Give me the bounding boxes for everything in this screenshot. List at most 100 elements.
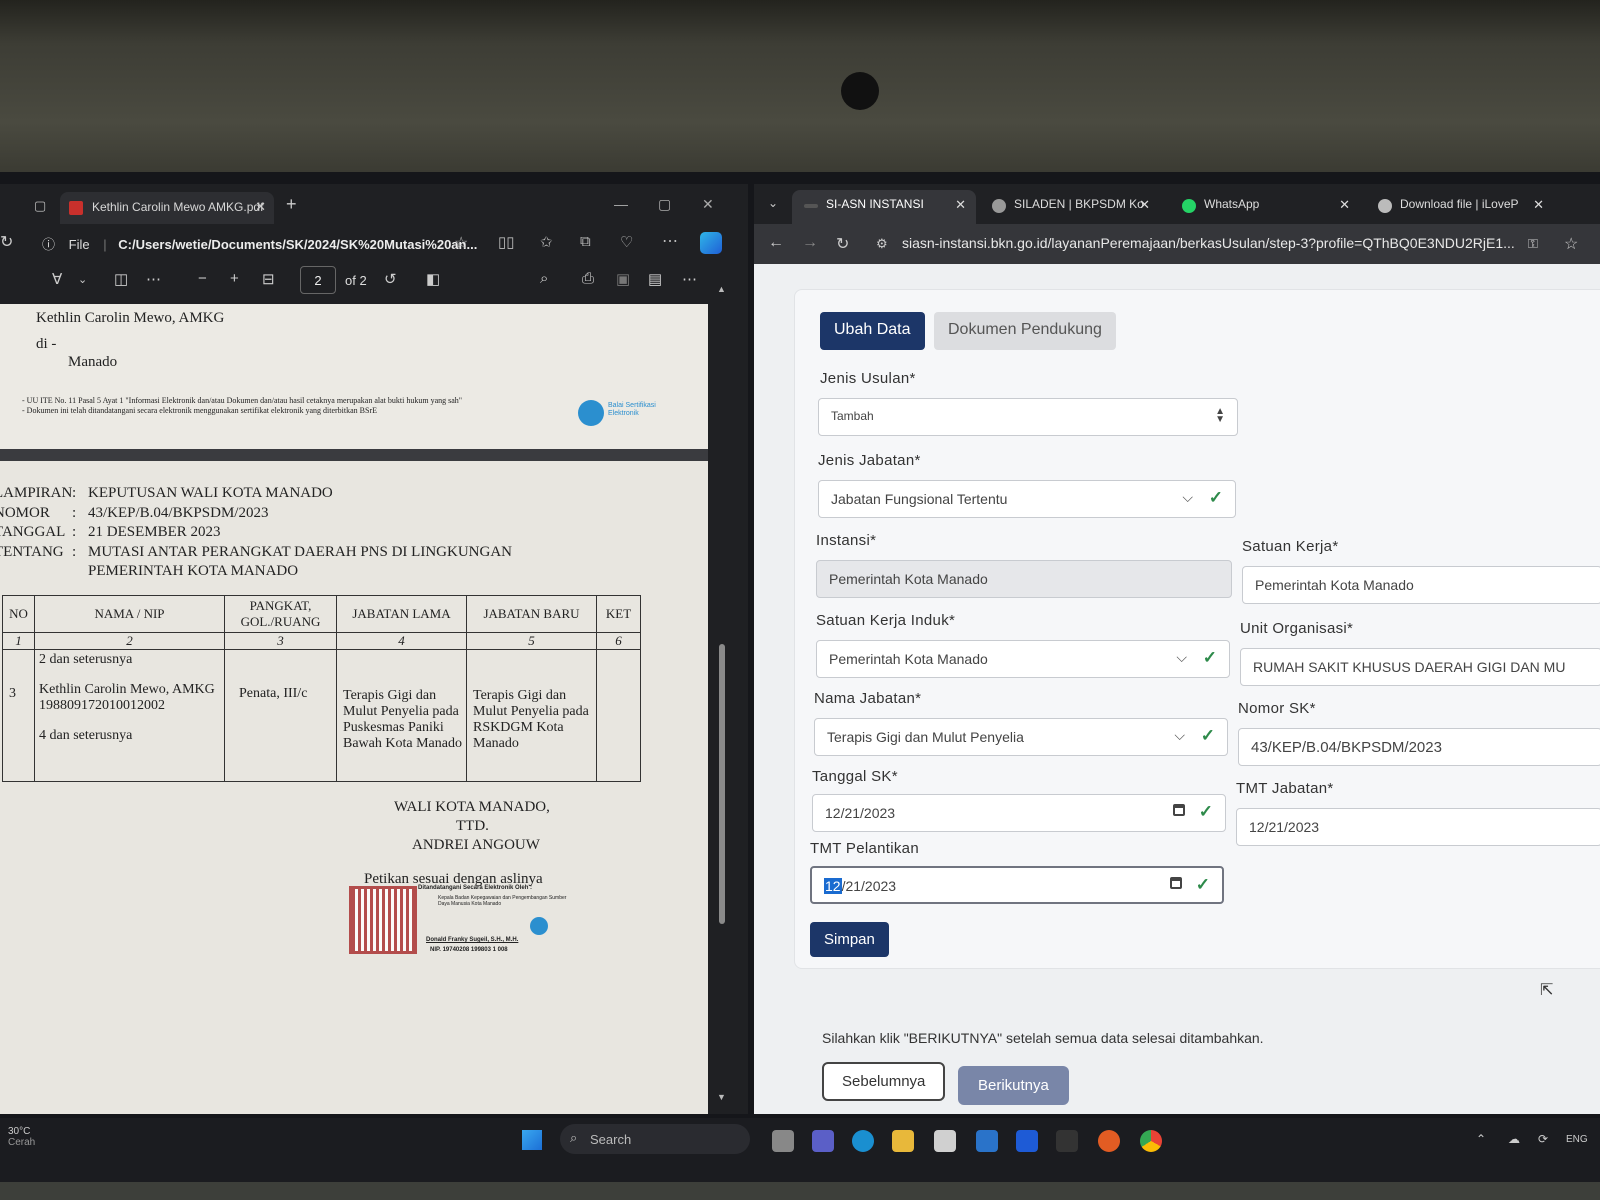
sebelumnya-button[interactable]: Sebelumnya [822, 1062, 946, 1101]
col-ket: KET [596, 595, 641, 633]
footnote-2: - Dokumen ini telah ditandatangani secar… [22, 406, 377, 415]
pdf-address-bar[interactable]: ↻ ⓘ File | C:/Users/wetie/Documents/SK/2… [0, 226, 748, 260]
back-icon[interactable]: ← [768, 234, 784, 252]
tanggal-sk-input[interactable]: 12/21/2023 ✓ [812, 794, 1226, 832]
tab-ilovepdf[interactable]: Download file | iLoveP ✕ [1366, 190, 1554, 224]
tab-actions-icon[interactable]: ▢ [34, 198, 46, 214]
pdf-scrollbar[interactable]: ▲ ▼ [716, 284, 728, 1104]
network-icon[interactable]: ☁ [1508, 1132, 1520, 1146]
simpan-button[interactable]: Simpan [810, 922, 889, 957]
teams-icon[interactable] [812, 1130, 834, 1152]
addressee-place: Manado [68, 354, 118, 370]
refresh-icon[interactable]: ↻ [0, 232, 13, 252]
task-view-icon[interactable] [772, 1130, 794, 1152]
instansi-field: Pemerintah Kota Manado [816, 560, 1232, 598]
col-pangkat: PANGKAT, GOL./RUANG [224, 595, 337, 633]
page-view-icon[interactable]: ◧ [426, 270, 440, 288]
favorites-icon[interactable]: ✩ [540, 233, 553, 251]
app-icon[interactable] [1056, 1130, 1078, 1152]
satuan-kerja-induk-select[interactable]: Pemerintah Kota Manado ⌵ ✓ [816, 640, 1230, 678]
language-indicator[interactable]: ENG [1566, 1134, 1588, 1145]
satuan-kerja-field[interactable]: Pemerintah Kota Manado [1242, 566, 1600, 604]
dropbox-icon[interactable] [1016, 1130, 1038, 1152]
highlight-icon[interactable]: ∀ [52, 270, 62, 288]
copilot-icon[interactable] [700, 232, 722, 254]
tray-chevron-icon[interactable]: ⌃ [1476, 1132, 1486, 1146]
scroll-up-icon[interactable]: ▲ [717, 284, 726, 294]
url-field[interactable]: siasn-instansi.bkn.go.id/layananPeremaja… [902, 235, 1515, 251]
tab-dokumen-pendukung[interactable]: Dokumen Pendukung [934, 312, 1116, 350]
collections-icon[interactable]: ⧉ [580, 233, 591, 250]
text-icon[interactable]: ◫ [114, 270, 128, 288]
toolbar-more-icon[interactable]: ⋯ [146, 270, 161, 288]
jenis-usulan-select[interactable]: Tambah ▲ ▼ [818, 398, 1238, 436]
more-menu-icon[interactable]: ⋯ [662, 231, 678, 251]
col-jabatan-baru: JABATAN BARU [466, 595, 597, 633]
save-icon[interactable]: ▣ [616, 270, 630, 288]
taskbar-search[interactable]: ⌕ Search [560, 1124, 750, 1154]
close-tab-icon[interactable]: ✕ [955, 197, 966, 213]
tab-ubah-data[interactable]: Ubah Data [820, 312, 925, 350]
favorite-star-icon[interactable]: ☆ [454, 233, 468, 253]
close-window-button[interactable]: ✕ [702, 196, 714, 213]
chrome-icon[interactable] [1140, 1130, 1162, 1152]
windows-start-icon[interactable] [522, 1130, 542, 1150]
password-key-icon[interactable]: ⚿ [1528, 236, 1538, 252]
close-tab-icon[interactable]: ✕ [1533, 197, 1544, 213]
globe-icon [1378, 199, 1392, 213]
minimize-button[interactable]: — [614, 196, 628, 212]
close-tab-icon[interactable]: ✕ [255, 199, 266, 215]
col-nama: NAMA / NIP [34, 595, 225, 633]
extensions-icon[interactable]: ♡ [620, 233, 633, 251]
nomor-sk-label: Nomor SK* [1238, 700, 1316, 717]
zoom-out-icon[interactable]: − [198, 270, 207, 287]
scroll-thumb[interactable] [719, 644, 725, 924]
file-explorer-icon[interactable] [892, 1130, 914, 1152]
reload-icon[interactable]: ↻ [836, 234, 849, 254]
fit-page-icon[interactable]: ⊟ [262, 270, 275, 288]
tmt-pelantikan-input[interactable]: 12/21/2023 ✓ [810, 866, 1224, 904]
unit-organisasi-label: Unit Organisasi* [1240, 620, 1354, 637]
zoom-in-icon[interactable]: + [230, 270, 239, 287]
save-as-icon[interactable]: ▤ [648, 270, 662, 288]
store-icon[interactable] [934, 1130, 956, 1152]
chevron-down-icon: ⌵ [1182, 489, 1193, 505]
nomor-sk-field[interactable]: 43/KEP/B.04/BKPSDM/2023 [1238, 728, 1600, 766]
jenis-jabatan-select[interactable]: Jabatan Fungsional Tertentu ⌵ ✓ [818, 480, 1236, 518]
scroll-down-icon[interactable]: ▼ [717, 1092, 726, 1102]
chevron-down-icon[interactable]: ⌄ [78, 273, 87, 286]
search-icon[interactable]: ⌕ [540, 270, 548, 287]
calendar-icon[interactable] [1170, 877, 1182, 889]
reader-view-icon[interactable]: ▯▯ [498, 233, 515, 251]
edge-icon[interactable] [852, 1130, 874, 1152]
rotate-icon[interactable]: ↺ [384, 270, 397, 288]
page-number-input[interactable]: 2 [300, 266, 336, 294]
settings-more-icon[interactable]: ⋯ [682, 270, 697, 288]
new-tab-button[interactable]: + [286, 194, 297, 215]
bookmark-star-icon[interactable]: ☆ [1564, 234, 1578, 254]
tmt-pelantikan-label: TMT Pelantikan [810, 840, 919, 857]
instansi-label: Instansi* [816, 532, 877, 549]
tab-search-icon[interactable]: ⌄ [768, 196, 778, 210]
pdf-document-area[interactable]: Kethlin Carolin Mewo, AMKG di - Manado -… [0, 304, 708, 1114]
signature-name: ANDREI ANGOUW [412, 837, 540, 853]
print-icon[interactable]: ⎙ [582, 270, 594, 287]
tab-whatsapp[interactable]: WhatsApp ✕ [1170, 190, 1360, 224]
mail-icon[interactable] [976, 1130, 998, 1152]
tab-siasn[interactable]: SI-ASN INSTANSI ✕ [792, 190, 976, 224]
close-tab-icon[interactable]: ✕ [1139, 197, 1150, 213]
nama-jabatan-select[interactable]: Terapis Gigi dan Mulut Penyelia ⌵ ✓ [814, 718, 1228, 756]
berikutnya-button[interactable]: Berikutnya [958, 1066, 1069, 1105]
sync-icon[interactable]: ⟳ [1538, 1132, 1548, 1146]
tab-siladen[interactable]: SILADEN | BKPSDM Ko ✕ [980, 190, 1160, 224]
tmt-jabatan-input[interactable]: 12/21/2023 [1236, 808, 1600, 846]
close-tab-icon[interactable]: ✕ [1339, 197, 1350, 213]
unit-organisasi-field[interactable]: RUMAH SAKIT KHUSUS DAERAH GIGI DAN MU [1240, 648, 1600, 686]
calendar-icon[interactable] [1173, 804, 1185, 816]
forward-icon[interactable]: → [802, 234, 818, 252]
tab-pdf[interactable]: Kethlin Carolin Mewo AMKG.pdf ✕ [60, 192, 274, 224]
firefox-icon[interactable] [1098, 1130, 1120, 1152]
maximize-button[interactable]: ▢ [658, 196, 671, 213]
weather-widget[interactable]: 30°C Cerah [8, 1126, 35, 1148]
site-info-icon[interactable]: ⚙ [876, 236, 888, 252]
